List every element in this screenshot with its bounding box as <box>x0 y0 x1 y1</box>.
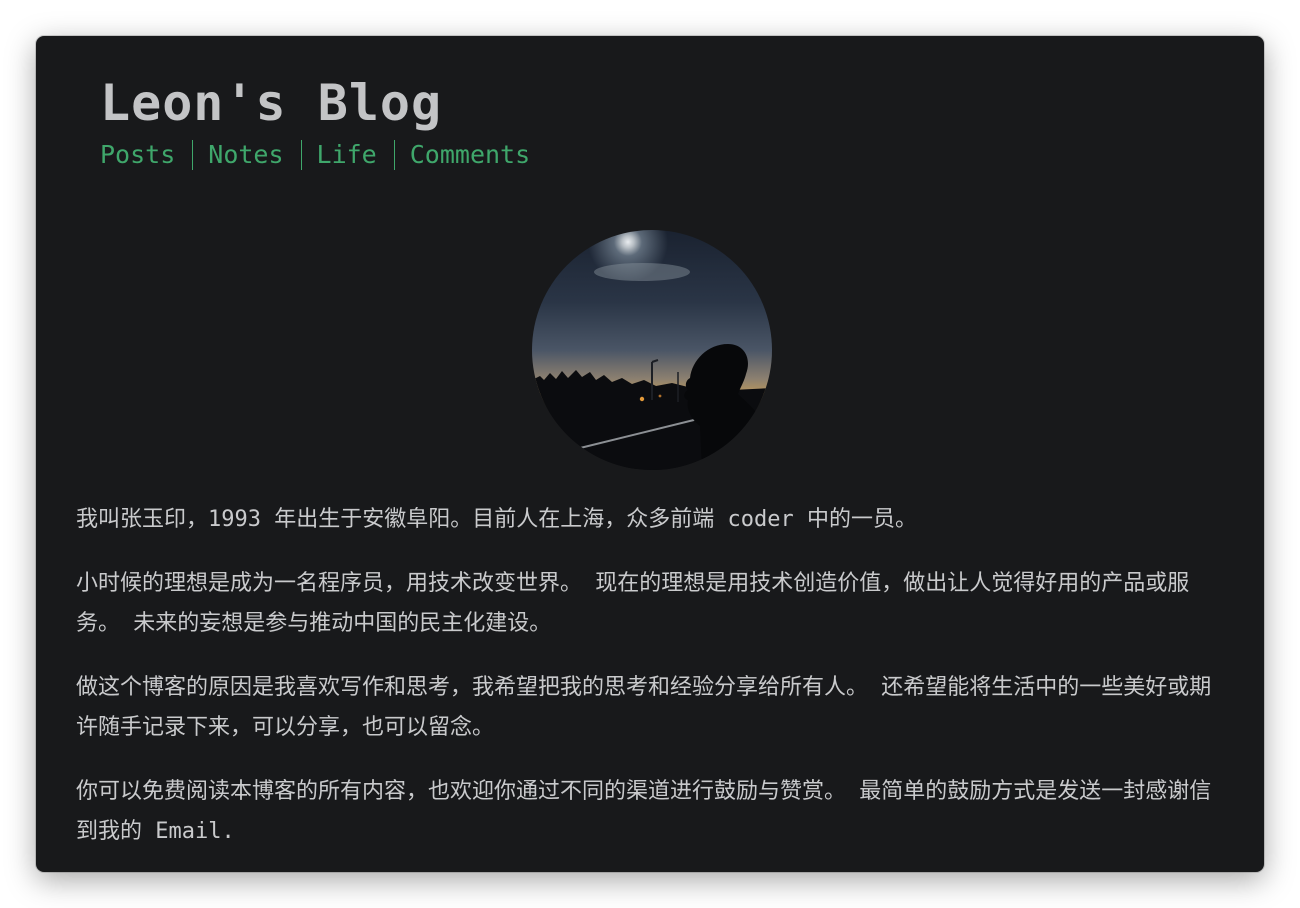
nav-item-notes[interactable]: Notes <box>208 138 283 172</box>
about-paragraph: 我叫张玉印，1993 年出生于安徽阜阳。目前人在上海，众多前端 coder 中的… <box>76 507 917 532</box>
about-content: 我叫张玉印，1993 年出生于安徽阜阳。目前人在上海，众多前端 coder 中的… <box>76 500 1226 872</box>
site-title[interactable]: Leon's Blog <box>100 74 530 132</box>
avatar-silhouette-icon <box>532 263 772 470</box>
avatar <box>532 230 772 470</box>
browser-window: Leon's Blog Posts Notes Life Comments 我叫… <box>36 36 1264 872</box>
nav-divider <box>393 140 395 170</box>
about-paragraph: 你可以免费阅读本博客的所有内容，也欢迎你通过不同的渠道进行鼓励与赞赏。 最简单的… <box>76 779 1212 844</box>
about-paragraph: 做这个博客的原因是我喜欢写作和思考，我希望把我的思考和经验分享给所有人。 还希望… <box>76 675 1212 740</box>
nav-item-life[interactable]: Life <box>317 138 377 172</box>
nav-divider <box>192 140 194 170</box>
about-paragraph: 小时候的理想是成为一名程序员，用技术改变世界。 现在的理想是用技术创造价值，做出… <box>76 571 1190 636</box>
site-header: Leon's Blog Posts Notes Life Comments <box>100 74 530 172</box>
nav-item-posts[interactable]: Posts <box>100 138 175 172</box>
main-nav: Posts Notes Life Comments <box>100 138 530 172</box>
nav-divider <box>300 140 302 170</box>
nav-item-comments[interactable]: Comments <box>410 138 530 172</box>
